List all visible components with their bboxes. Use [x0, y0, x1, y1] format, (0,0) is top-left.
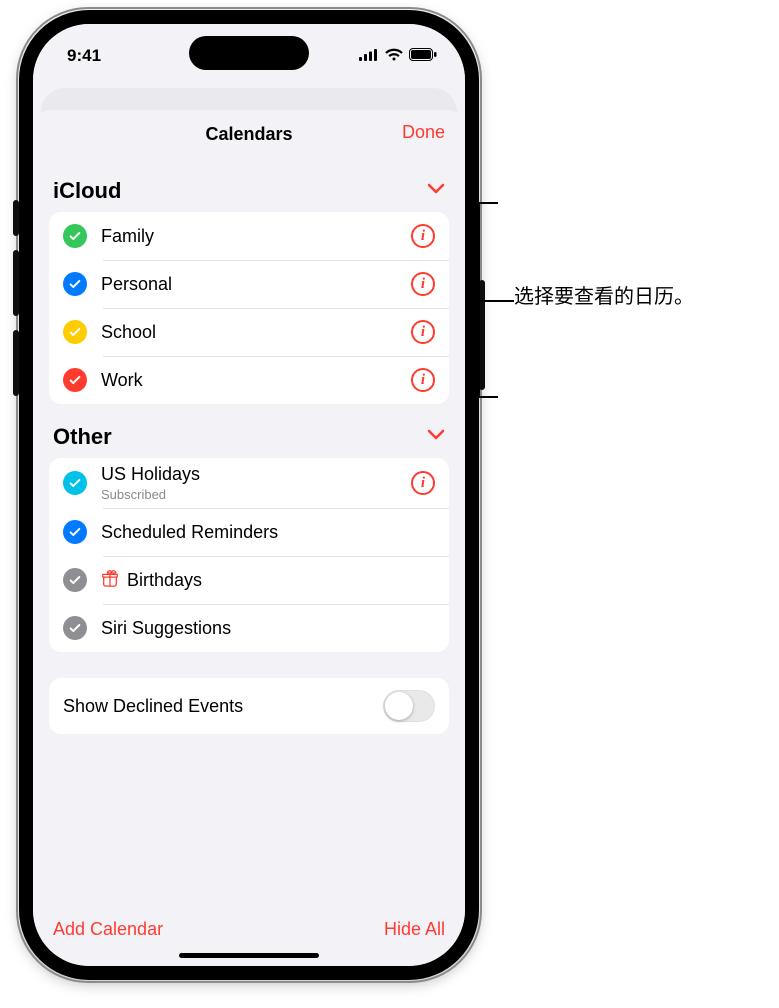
- check-icon: [63, 568, 87, 592]
- calendar-row-siri-suggestions[interactable]: Siri Suggestions: [49, 604, 449, 652]
- section-title: iCloud: [53, 178, 121, 204]
- calendar-row-personal[interactable]: Personal i: [49, 260, 449, 308]
- show-declined-switch[interactable]: [383, 690, 435, 722]
- sheet-header: Calendars Done: [33, 110, 465, 158]
- volume-down-button[interactable]: [13, 330, 19, 396]
- status-time: 9:41: [67, 46, 101, 66]
- wifi-icon: [385, 46, 403, 66]
- toggle-label: Show Declined Events: [63, 696, 243, 717]
- ringer-switch[interactable]: [13, 200, 19, 236]
- calendar-label: Personal: [101, 274, 411, 295]
- calendar-row-scheduled-reminders[interactable]: Scheduled Reminders: [49, 508, 449, 556]
- section-header-other[interactable]: Other: [49, 404, 449, 458]
- calendar-row-work[interactable]: Work i: [49, 356, 449, 404]
- calendar-label: Siri Suggestions: [101, 618, 435, 639]
- icloud-list: Family i Personal i School i: [49, 212, 449, 404]
- calendar-label: Scheduled Reminders: [101, 522, 435, 543]
- info-icon[interactable]: i: [411, 320, 435, 344]
- check-icon: [63, 224, 87, 248]
- check-icon: [63, 520, 87, 544]
- cellular-icon: [359, 46, 379, 66]
- section-title: Other: [53, 424, 112, 450]
- screen: 9:41 Calendars D: [33, 24, 465, 966]
- info-icon[interactable]: i: [411, 224, 435, 248]
- check-icon: [63, 616, 87, 640]
- gift-icon: [101, 569, 119, 592]
- done-button[interactable]: Done: [402, 122, 445, 143]
- chevron-down-icon: [427, 428, 445, 446]
- other-list: US Holidays Subscribed i Scheduled Remin…: [49, 458, 449, 652]
- status-bar: 9:41: [33, 24, 465, 78]
- check-icon: [63, 368, 87, 392]
- info-icon[interactable]: i: [411, 471, 435, 495]
- volume-up-button[interactable]: [13, 250, 19, 316]
- show-declined-toggle-row: Show Declined Events: [49, 678, 449, 734]
- add-calendar-button[interactable]: Add Calendar: [53, 919, 163, 940]
- calendar-row-birthdays[interactable]: Birthdays: [49, 556, 449, 604]
- calendar-row-us-holidays[interactable]: US Holidays Subscribed i: [49, 458, 449, 508]
- check-icon: [63, 320, 87, 344]
- calendar-row-school[interactable]: School i: [49, 308, 449, 356]
- calendar-label: Work: [101, 370, 411, 391]
- calendar-label: Family: [101, 226, 411, 247]
- calendar-sublabel: Subscribed: [101, 487, 411, 502]
- calendar-row-family[interactable]: Family i: [49, 212, 449, 260]
- dynamic-island: [189, 36, 309, 70]
- hide-all-button[interactable]: Hide All: [384, 919, 445, 940]
- battery-icon: [409, 46, 437, 66]
- check-icon: [63, 471, 87, 495]
- chevron-down-icon: [427, 182, 445, 200]
- calendar-label: US Holidays: [101, 464, 411, 485]
- phone-frame: 9:41 Calendars D: [19, 10, 479, 980]
- sheet-title: Calendars: [205, 124, 292, 145]
- section-header-icloud[interactable]: iCloud: [49, 158, 449, 212]
- info-icon[interactable]: i: [411, 272, 435, 296]
- check-icon: [63, 272, 87, 296]
- calendar-label: School: [101, 322, 411, 343]
- home-indicator[interactable]: [179, 953, 319, 958]
- calendar-label: Birthdays: [127, 570, 435, 591]
- calendars-sheet: Calendars Done iCloud Family: [33, 110, 465, 966]
- annotation-text: 选择要查看的日历。: [514, 280, 694, 309]
- info-icon[interactable]: i: [411, 368, 435, 392]
